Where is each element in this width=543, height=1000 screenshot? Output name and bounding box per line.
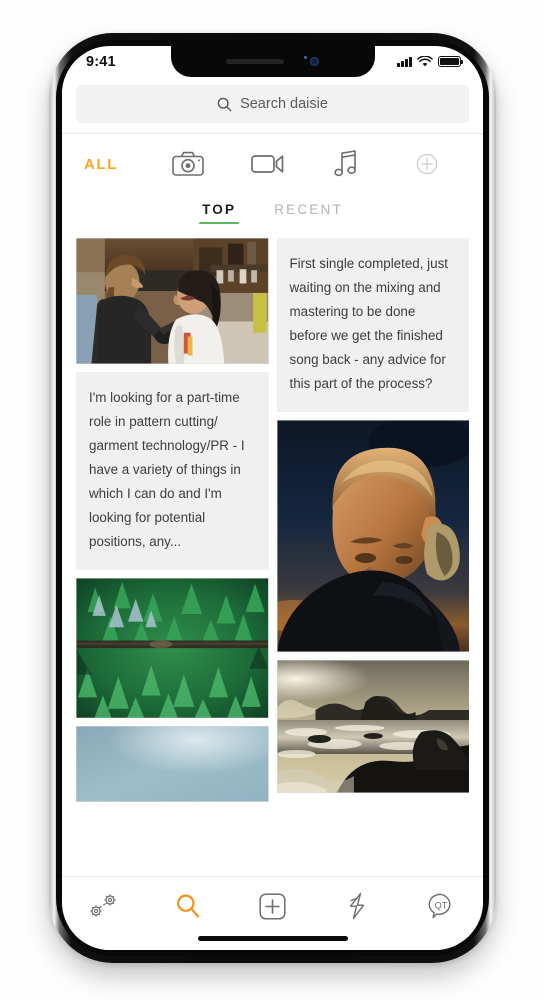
blue-sky-photo bbox=[76, 726, 269, 802]
status-time: 9:41 bbox=[86, 53, 116, 70]
post-image-makeup-artist[interactable] bbox=[76, 238, 269, 364]
phone-frame: 9:41 Search daisie ALL TOP RECENT I'm lo… bbox=[49, 33, 496, 963]
home-indicator[interactable] bbox=[197, 936, 348, 941]
post-image-rocky-coast[interactable] bbox=[276, 660, 469, 793]
screenshot-root: 9:41 Search daisie ALL TOP RECENT I'm lo… bbox=[0, 0, 543, 1000]
filter-all-label: ALL bbox=[84, 155, 118, 173]
search-input[interactable]: Search daisie bbox=[76, 85, 469, 123]
lightning-bolt-icon bbox=[349, 892, 364, 920]
portrait-man-photo bbox=[276, 420, 469, 652]
makeup-artist-photo bbox=[76, 238, 269, 364]
search-icon bbox=[177, 894, 200, 918]
post-image-pine-forest[interactable] bbox=[76, 578, 269, 719]
search-bar-container: Search daisie bbox=[62, 77, 483, 133]
cellular-signal-icon bbox=[397, 56, 412, 67]
camera-icon bbox=[172, 151, 204, 176]
qt-speech-bubble-icon: QT bbox=[428, 893, 451, 919]
filter-row: ALL bbox=[62, 134, 483, 194]
filter-item-photo[interactable] bbox=[148, 151, 228, 177]
sort-tabs: TOP RECENT bbox=[62, 194, 483, 226]
wifi-icon bbox=[417, 55, 433, 66]
nav-item-create[interactable] bbox=[230, 888, 314, 924]
video-camera-icon bbox=[250, 155, 283, 173]
search-placeholder-text: Search daisie bbox=[240, 96, 328, 112]
battery-full-icon bbox=[438, 56, 464, 67]
status-indicators bbox=[397, 55, 464, 68]
filter-item-video[interactable] bbox=[228, 152, 308, 176]
phone-screen: 9:41 Search daisie ALL TOP RECENT I'm lo… bbox=[62, 46, 483, 950]
feed-column-right: First single completed, just waiting on … bbox=[276, 238, 469, 802]
post-image-portrait-man[interactable] bbox=[276, 420, 469, 652]
filter-item-more[interactable] bbox=[387, 153, 467, 175]
front-camera-icon bbox=[310, 57, 319, 66]
filter-item-music[interactable] bbox=[308, 150, 388, 178]
plus-circle-icon bbox=[416, 153, 438, 175]
rocky-coast-photo bbox=[276, 660, 469, 793]
tab-recent[interactable]: RECENT bbox=[270, 196, 347, 226]
nav-item-search[interactable] bbox=[146, 888, 230, 924]
post-image-blue-sky[interactable] bbox=[76, 726, 269, 802]
tab-top[interactable]: TOP bbox=[198, 196, 240, 226]
gears-network-icon bbox=[90, 894, 116, 917]
post-text-part-time-role[interactable]: I'm looking for a part-time role in patt… bbox=[76, 372, 269, 570]
device-notch bbox=[170, 46, 375, 77]
nav-item-messages[interactable]: QT bbox=[399, 888, 483, 924]
post-text-first-single[interactable]: First single completed, just waiting on … bbox=[276, 238, 469, 412]
feed-column-left: I'm looking for a part-time role in patt… bbox=[76, 238, 269, 802]
search-icon bbox=[217, 97, 232, 111]
music-note-icon bbox=[334, 150, 357, 177]
filter-item-all[interactable]: ALL bbox=[84, 156, 148, 173]
earpiece-speaker-icon bbox=[226, 59, 284, 64]
feed-grid: I'm looking for a part-time role in patt… bbox=[62, 226, 483, 802]
nav-item-network[interactable] bbox=[62, 888, 146, 924]
qt-label: QT bbox=[435, 901, 448, 911]
nav-item-activity[interactable] bbox=[315, 888, 399, 924]
pine-forest-photo bbox=[76, 578, 269, 719]
plus-square-icon bbox=[259, 892, 286, 920]
